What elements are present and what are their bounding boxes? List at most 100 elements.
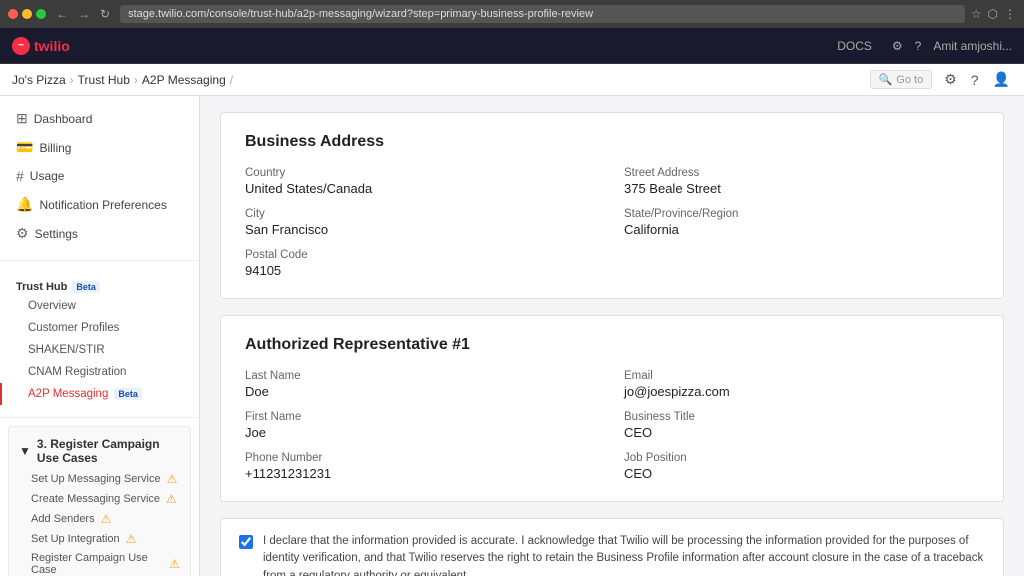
sidebar-item-billing[interactable]: 💳 Billing xyxy=(0,133,199,162)
authorized-rep-title: Authorized Representative #1 xyxy=(245,336,979,354)
account-nav-btn[interactable]: 👤 xyxy=(991,69,1012,90)
field-state-label: State/Province/Region xyxy=(624,208,979,220)
goto-search[interactable]: 🔍 Go to xyxy=(870,70,933,89)
sidebar-label-dashboard: Dashboard xyxy=(34,112,93,126)
field-job-position-label: Job Position xyxy=(624,452,979,464)
field-phone: Phone Number +11231231231 xyxy=(245,452,600,481)
menu-icon[interactable]: ⋮ xyxy=(1004,7,1016,21)
authorized-rep-card: Authorized Representative #1 Last Name D… xyxy=(220,315,1004,502)
field-state-value: California xyxy=(624,222,979,237)
field-city-label: City xyxy=(245,208,600,220)
sidebar-item-dashboard[interactable]: ⊞ Dashboard xyxy=(0,104,199,133)
step-set-up-messaging[interactable]: Set Up Messaging Service ⚠ xyxy=(9,469,190,489)
field-postal-label: Postal Code xyxy=(245,249,600,261)
help-nav-btn[interactable]: ? xyxy=(969,70,981,90)
sidebar-item-settings[interactable]: ⚙ Settings xyxy=(0,219,199,248)
step-header-label: 3. Register Campaign Use Cases xyxy=(37,437,180,465)
field-job-position-value: CEO xyxy=(624,466,979,481)
sidebar-item-customer-profiles[interactable]: Customer Profiles xyxy=(0,317,199,339)
search-icon: 🔍 xyxy=(879,73,893,86)
field-last-name-value: Doe xyxy=(245,384,600,399)
user-menu[interactable]: Amit amjoshi... xyxy=(933,39,1012,53)
field-first-name-label: First Name xyxy=(245,411,600,423)
step-create-messaging[interactable]: Create Messaging Service ⚠ xyxy=(9,489,190,509)
authorized-rep-grid: Last Name Doe Email jo@joespizza.com Fir… xyxy=(245,370,979,481)
sidebar-divider-1 xyxy=(0,260,199,261)
sidebar-label-usage: Usage xyxy=(30,169,65,183)
steps-section: ▼ 3. Register Campaign Use Cases Set Up … xyxy=(8,426,191,576)
sidebar-label-notification: Notification Preferences xyxy=(39,198,166,212)
step-set-up-integration[interactable]: Set Up Integration ⚠ xyxy=(9,529,190,549)
field-city: City San Francisco xyxy=(245,208,600,237)
declaration-box: I declare that the information provided … xyxy=(220,518,1004,576)
breadcrumb: Jo's Pizza › Trust Hub › A2P Messaging / xyxy=(12,73,870,87)
declaration-checkbox[interactable] xyxy=(239,535,253,549)
warn-icon-2: ⚠ xyxy=(101,512,112,526)
settings-nav-btn[interactable]: ⚙ xyxy=(942,69,959,90)
forward-browser-btn[interactable]: → xyxy=(74,5,94,23)
nav-right: 🔍 Go to ⚙ ? 👤 xyxy=(870,69,1012,90)
star-icon[interactable]: ☆ xyxy=(971,7,982,21)
field-street: Street Address 375 Beale Street xyxy=(624,167,979,196)
refresh-browser-btn[interactable]: ↻ xyxy=(96,5,114,23)
sidebar-item-a2p-messaging[interactable]: A2P Messaging Beta xyxy=(0,383,199,405)
docs-link[interactable]: DOCS xyxy=(837,39,872,53)
breadcrumb-sep-2: › xyxy=(134,73,138,87)
warn-icon-1: ⚠ xyxy=(166,492,177,506)
sidebar-label-customer-profiles: Customer Profiles xyxy=(28,322,119,334)
help-icon[interactable]: ? xyxy=(915,39,922,53)
browser-toolbar-icons: ☆ ⬡ ⋮ xyxy=(971,7,1016,21)
breadcrumb-pizza[interactable]: Jo's Pizza xyxy=(12,73,66,87)
app-header: ~ twilio DOCS ⚙ ? Amit amjoshi... xyxy=(0,28,1024,64)
settings-icon[interactable]: ⚙ xyxy=(892,39,903,53)
sidebar-label-overview: Overview xyxy=(28,300,76,312)
step-label-add-senders: Add Senders xyxy=(31,513,95,525)
sidebar-item-cnam-registration[interactable]: CNAM Registration xyxy=(0,361,199,383)
declaration-text: I declare that the information provided … xyxy=(263,533,985,576)
field-business-title-label: Business Title xyxy=(624,411,979,423)
step-collapse-icon: ▼ xyxy=(19,444,31,458)
field-phone-value: +11231231231 xyxy=(245,466,600,481)
breadcrumb-a2p[interactable]: A2P Messaging xyxy=(142,73,226,87)
field-country-value: United States/Canada xyxy=(245,181,600,196)
step-label-set-up-integration: Set Up Integration xyxy=(31,533,120,545)
trust-hub-section: Trust Hub Beta Overview Customer Profile… xyxy=(0,265,199,413)
extension-icon[interactable]: ⬡ xyxy=(988,7,998,21)
field-last-name-label: Last Name xyxy=(245,370,600,382)
sidebar-item-overview[interactable]: Overview xyxy=(0,295,199,317)
sidebar-item-usage[interactable]: # Usage xyxy=(0,162,199,190)
back-browser-btn[interactable]: ← xyxy=(52,5,72,23)
field-street-value: 375 Beale Street xyxy=(624,181,979,196)
field-city-value: San Francisco xyxy=(245,222,600,237)
breadcrumb-trust-hub[interactable]: Trust Hub xyxy=(78,73,130,87)
field-email-value: jo@joespizza.com xyxy=(624,384,979,399)
step-header[interactable]: ▼ 3. Register Campaign Use Cases xyxy=(9,433,190,469)
gear-icon: ⚙ xyxy=(16,225,29,242)
field-business-title-value: CEO xyxy=(624,425,979,440)
close-dot[interactable] xyxy=(8,9,18,19)
url-text: stage.twilio.com/console/trust-hub/a2p-m… xyxy=(128,8,593,20)
field-first-name-value: Joe xyxy=(245,425,600,440)
field-country-label: Country xyxy=(245,167,600,179)
minimize-dot[interactable] xyxy=(22,9,32,19)
field-job-position: Job Position CEO xyxy=(624,452,979,481)
billing-icon: 💳 xyxy=(16,139,33,156)
sidebar-label-a2p-messaging: A2P Messaging xyxy=(28,388,108,400)
step-register-campaign[interactable]: Register Campaign Use Case ⚠ xyxy=(9,549,190,576)
a2p-beta-tag: Beta xyxy=(114,388,142,400)
sidebar-label-shaken-stir: SHAKEN/STIR xyxy=(28,344,105,356)
maximize-dot[interactable] xyxy=(36,9,46,19)
bell-icon: 🔔 xyxy=(16,196,33,213)
sidebar-item-notification[interactable]: 🔔 Notification Preferences xyxy=(0,190,199,219)
sidebar-divider-2 xyxy=(0,417,199,418)
business-address-grid: Country United States/Canada Street Addr… xyxy=(245,167,979,278)
nav-bar: Jo's Pizza › Trust Hub › A2P Messaging /… xyxy=(0,64,1024,96)
field-email: Email jo@joespizza.com xyxy=(624,370,979,399)
field-first-name: First Name Joe xyxy=(245,411,600,440)
step-add-senders[interactable]: Add Senders ⚠ xyxy=(9,509,190,529)
sidebar-item-shaken-stir[interactable]: SHAKEN/STIR xyxy=(0,339,199,361)
breadcrumb-sep-3: / xyxy=(230,73,233,87)
home-icon: ⊞ xyxy=(16,110,28,127)
sidebar-label-billing: Billing xyxy=(39,141,71,155)
url-bar[interactable]: stage.twilio.com/console/trust-hub/a2p-m… xyxy=(120,5,965,23)
